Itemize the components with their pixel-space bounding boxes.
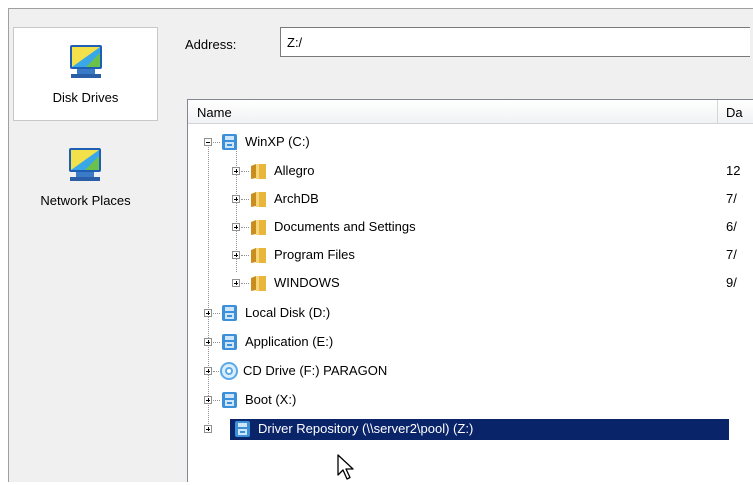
- tree-item-label: Application (E:): [245, 334, 334, 349]
- tree-line: [213, 342, 220, 343]
- date-cell: 12: [726, 163, 741, 178]
- place-network-places[interactable]: Network Places: [13, 131, 158, 225]
- expand-toggle[interactable]: [204, 425, 212, 433]
- date-cell: 7/: [726, 191, 737, 206]
- folder-icon: [250, 274, 267, 292]
- address-label: Address:: [185, 37, 237, 52]
- folder-icon: [250, 190, 267, 208]
- tree-item-label: WinXP (C:): [245, 134, 310, 149]
- tree-row-folder[interactable]: WINDOWS 9/: [188, 269, 753, 297]
- expand-toggle[interactable]: [204, 338, 212, 346]
- tree-row-drive[interactable]: Application (E:): [188, 328, 753, 356]
- tree-line: [241, 199, 249, 200]
- date-cell: 9/: [726, 275, 737, 290]
- tree-row-folder[interactable]: ArchDB 7/: [188, 185, 753, 213]
- expand-toggle[interactable]: [232, 279, 240, 287]
- tree-item-label: Documents and Settings: [274, 219, 416, 234]
- address-input[interactable]: [280, 27, 750, 57]
- tree-line: [213, 313, 220, 314]
- tree-row-folder[interactable]: Documents and Settings 6/: [188, 213, 753, 241]
- date-cell: 7/: [726, 247, 737, 262]
- network-places-icon: [67, 146, 103, 182]
- tree-row-drive-selected[interactable]: Driver Repository (\\server2\pool) (Z:): [188, 415, 753, 443]
- cd-drive-icon: [219, 361, 239, 381]
- tree-item-label: Local Disk (D:): [245, 305, 331, 320]
- folder-icon: [250, 246, 267, 264]
- date-cell: 6/: [726, 219, 737, 234]
- collapse-toggle[interactable]: [204, 138, 212, 146]
- tree-item-label: Boot (X:): [245, 392, 297, 407]
- column-date-header[interactable]: Da: [719, 100, 743, 128]
- tree-row-drive[interactable]: CD Drive (F:) PARAGON: [188, 357, 753, 385]
- drive-icon: [221, 133, 238, 151]
- place-label: Network Places: [40, 193, 131, 208]
- expand-toggle[interactable]: [204, 396, 212, 404]
- column-name-header[interactable]: Name: [188, 100, 718, 123]
- tree-row-drive[interactable]: Local Disk (D:): [188, 299, 753, 327]
- drive-icon: [221, 391, 238, 409]
- tree-line: [213, 400, 220, 401]
- tree-item-label: ArchDB: [274, 191, 319, 206]
- tree-item-label: Allegro: [274, 163, 315, 178]
- folder-icon: [250, 162, 267, 180]
- tree-item-label: WINDOWS: [274, 275, 340, 290]
- expand-toggle[interactable]: [232, 195, 240, 203]
- disk-drives-icon: [68, 43, 104, 79]
- file-tree[interactable]: Name Da WinXP (C:) Allegro 12 ArchDB 7/: [187, 99, 753, 482]
- expand-toggle[interactable]: [232, 167, 240, 175]
- tree-row-folder[interactable]: Program Files 7/: [188, 241, 753, 269]
- tree-row-drive-c[interactable]: WinXP (C:): [188, 128, 753, 156]
- tree-line: [241, 255, 249, 256]
- drive-icon: [221, 333, 238, 351]
- tree-line: [241, 171, 249, 172]
- column-header: Name Da: [188, 100, 753, 124]
- tree-item-label: CD Drive (F:) PARAGON: [243, 363, 388, 378]
- expand-toggle[interactable]: [232, 251, 240, 259]
- tree-line: [241, 283, 249, 284]
- mouse-pointer-icon: [336, 454, 356, 482]
- tree-line: [213, 142, 220, 143]
- folder-icon: [250, 218, 267, 236]
- expand-toggle[interactable]: [204, 309, 212, 317]
- tree-item-label: Program Files: [274, 247, 355, 262]
- network-drive-icon: [234, 420, 251, 438]
- tree-row-drive[interactable]: Boot (X:): [188, 386, 753, 414]
- expand-toggle[interactable]: [204, 367, 212, 375]
- places-bar: Disk Drives Network Places: [13, 27, 158, 447]
- place-label: Disk Drives: [52, 90, 119, 105]
- tree-item-label: Driver Repository (\\server2\pool) (Z:): [258, 421, 474, 436]
- place-disk-drives[interactable]: Disk Drives: [13, 27, 158, 121]
- expand-toggle[interactable]: [232, 223, 240, 231]
- tree-line: [241, 227, 249, 228]
- tree-row-folder[interactable]: Allegro 12: [188, 157, 753, 185]
- drive-icon: [221, 304, 238, 322]
